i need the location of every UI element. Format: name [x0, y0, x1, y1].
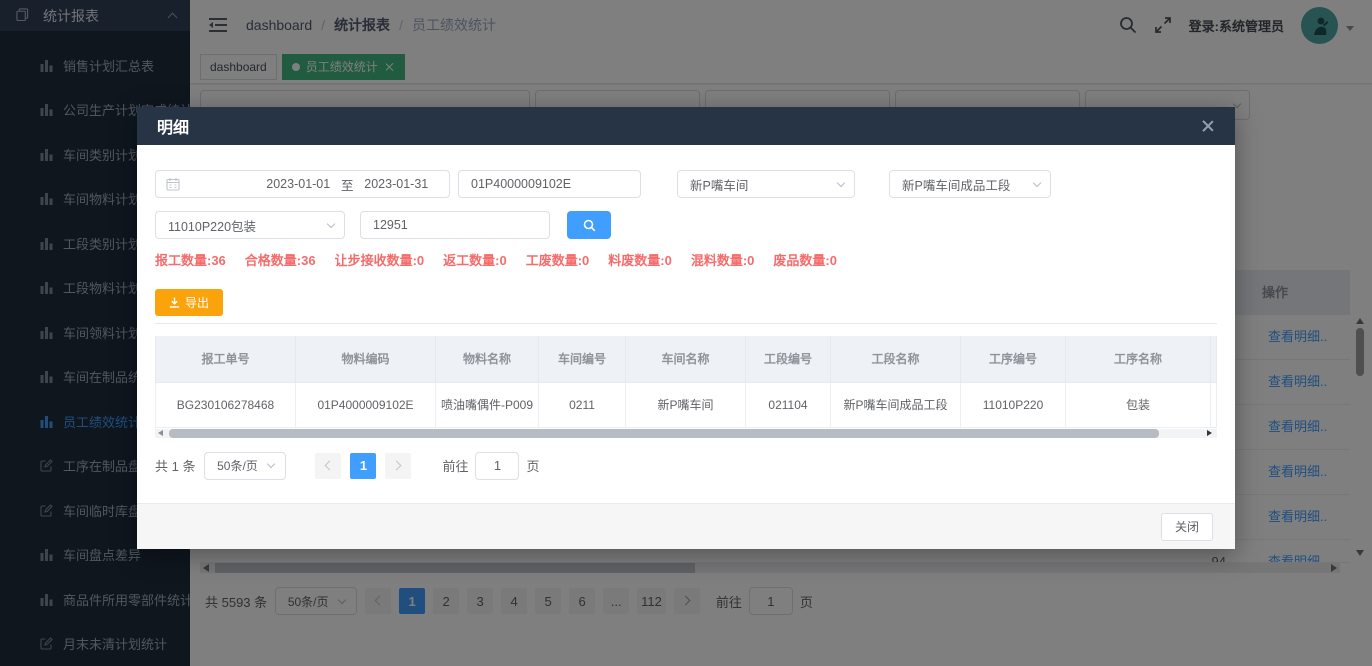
material-code-input[interactable]	[458, 170, 641, 198]
col-process-no: 工序编号	[961, 336, 1066, 382]
stat-rework-qty: 返工数量:0	[443, 250, 507, 269]
export-label: 导出	[185, 294, 209, 311]
cell-process-no: 11010P220	[961, 382, 1066, 427]
close-button[interactable]: 关闭	[1161, 513, 1213, 541]
prev-page-button[interactable]	[315, 453, 341, 479]
app-screen: 统计报表 销售计划汇总表 公司生产计划完成统计 车间类别计划 车间物料计划	[0, 0, 1372, 666]
page-unit-label: 页	[526, 456, 539, 475]
col-filler	[1211, 336, 1217, 382]
date-end-value: 2023-01-31	[354, 177, 440, 191]
scroll-right-icon[interactable]	[1207, 430, 1212, 436]
section-select[interactable]: 新P嘴车间成品工段	[889, 170, 1051, 198]
goto-page-input[interactable]	[475, 452, 519, 480]
stat-qualified-qty: 合格数量:36	[245, 250, 316, 269]
section-value: 新P嘴车间成品工段	[902, 175, 1010, 194]
stat-mixed-material-qty: 混料数量:0	[691, 250, 755, 269]
employee-no-input[interactable]	[360, 211, 550, 239]
filter-row-2: 11010P220包装	[155, 211, 1217, 239]
summary-stats: 报工数量:36 合格数量:36 让步接收数量:0 返工数量:0 工废数量:0 料…	[155, 250, 1217, 269]
modal-body: 2023-01-01 至 2023-01-31 新P嘴车间 新P嘴车间成品工段 …	[137, 145, 1235, 480]
date-start-value: 2023-01-01	[256, 177, 342, 191]
page-size-value: 50条/页	[217, 457, 258, 474]
col-workshop-no: 车间编号	[539, 336, 626, 382]
process-value: 11010P220包装	[168, 216, 256, 235]
col-material-code: 物料编码	[296, 336, 436, 382]
download-icon	[169, 297, 180, 308]
cell-material-code: 01P4000009102E	[296, 382, 436, 427]
modal-footer: 关闭	[137, 503, 1235, 549]
goto-page: 前往 页	[442, 452, 539, 480]
workshop-value: 新P嘴车间	[690, 175, 748, 194]
search-button[interactable]	[567, 211, 611, 239]
total-count-label: 共 1 条	[155, 456, 195, 475]
filter-row-1: 2023-01-01 至 2023-01-31 新P嘴车间 新P嘴车间成品工段	[155, 170, 1217, 198]
stat-reported-qty: 报工数量:36	[155, 250, 226, 269]
table-header-row: 报工单号 物料编码 物料名称 车间编号 车间名称 工段编号 工段名称 工序编号 …	[156, 336, 1217, 382]
export-button[interactable]: 导出	[155, 289, 223, 316]
stat-material-scrap-qty: 料废数量:0	[608, 250, 672, 269]
scroll-left-icon[interactable]	[158, 430, 163, 436]
stat-process-scrap-qty: 工废数量:0	[526, 250, 590, 269]
col-process-name: 工序名称	[1066, 336, 1211, 382]
search-icon	[583, 219, 596, 232]
workshop-select[interactable]: 新P嘴车间	[677, 170, 855, 198]
goto-label: 前往	[442, 456, 468, 475]
date-range-picker[interactable]: 2023-01-01 至 2023-01-31	[155, 170, 450, 198]
cell-report-no: BG230106278468	[156, 382, 296, 427]
cell-workshop-no: 0211	[539, 382, 626, 427]
next-page-button[interactable]	[385, 453, 411, 479]
col-section-name: 工段名称	[831, 336, 961, 382]
chevron-down-icon	[1033, 178, 1041, 186]
calendar-icon	[166, 177, 252, 191]
col-report-no: 报工单号	[156, 336, 296, 382]
chevron-down-icon	[267, 460, 275, 468]
cell-section-name: 新P嘴车间成品工段	[831, 382, 961, 427]
cell-process-name: 包装	[1066, 382, 1211, 427]
scrollbar-thumb[interactable]	[169, 429, 1159, 438]
col-material-name: 物料名称	[436, 336, 539, 382]
cell-section-no: 021104	[746, 382, 831, 427]
cell-material-name: 喷油嘴偶件-P009	[436, 382, 539, 427]
modal-header: 明细	[137, 107, 1235, 145]
detail-modal: 明细 2023-01-01 至 2023-01-31 新P嘴车间	[137, 107, 1235, 549]
modal-pagination: 共 1 条 50条/页 1 前往 页	[155, 452, 1217, 480]
modal-horizontal-scrollbar[interactable]	[155, 429, 1217, 438]
date-separator-label: 至	[341, 175, 354, 194]
detail-table: 报工单号 物料编码 物料名称 车间编号 车间名称 工段编号 工段名称 工序编号 …	[155, 336, 1217, 428]
stat-concession-qty: 让步接收数量:0	[335, 250, 425, 269]
close-icon[interactable]	[1201, 119, 1215, 133]
divider	[155, 323, 1217, 324]
process-select[interactable]: 11010P220包装	[155, 211, 345, 239]
page-size-select[interactable]: 50条/页	[204, 452, 286, 480]
col-workshop-name: 车间名称	[626, 336, 746, 382]
cell-filler	[1211, 382, 1217, 427]
page-button-1[interactable]: 1	[350, 453, 376, 479]
col-section-no: 工段编号	[746, 336, 831, 382]
chevron-down-icon	[837, 178, 845, 186]
modal-title: 明细	[157, 114, 189, 138]
cell-workshop-name: 新P嘴车间	[626, 382, 746, 427]
stat-waste-qty: 废品数量:0	[773, 250, 837, 269]
table-row[interactable]: BG230106278468 01P4000009102E 喷油嘴偶件-P009…	[156, 382, 1217, 427]
chevron-down-icon	[327, 219, 335, 227]
